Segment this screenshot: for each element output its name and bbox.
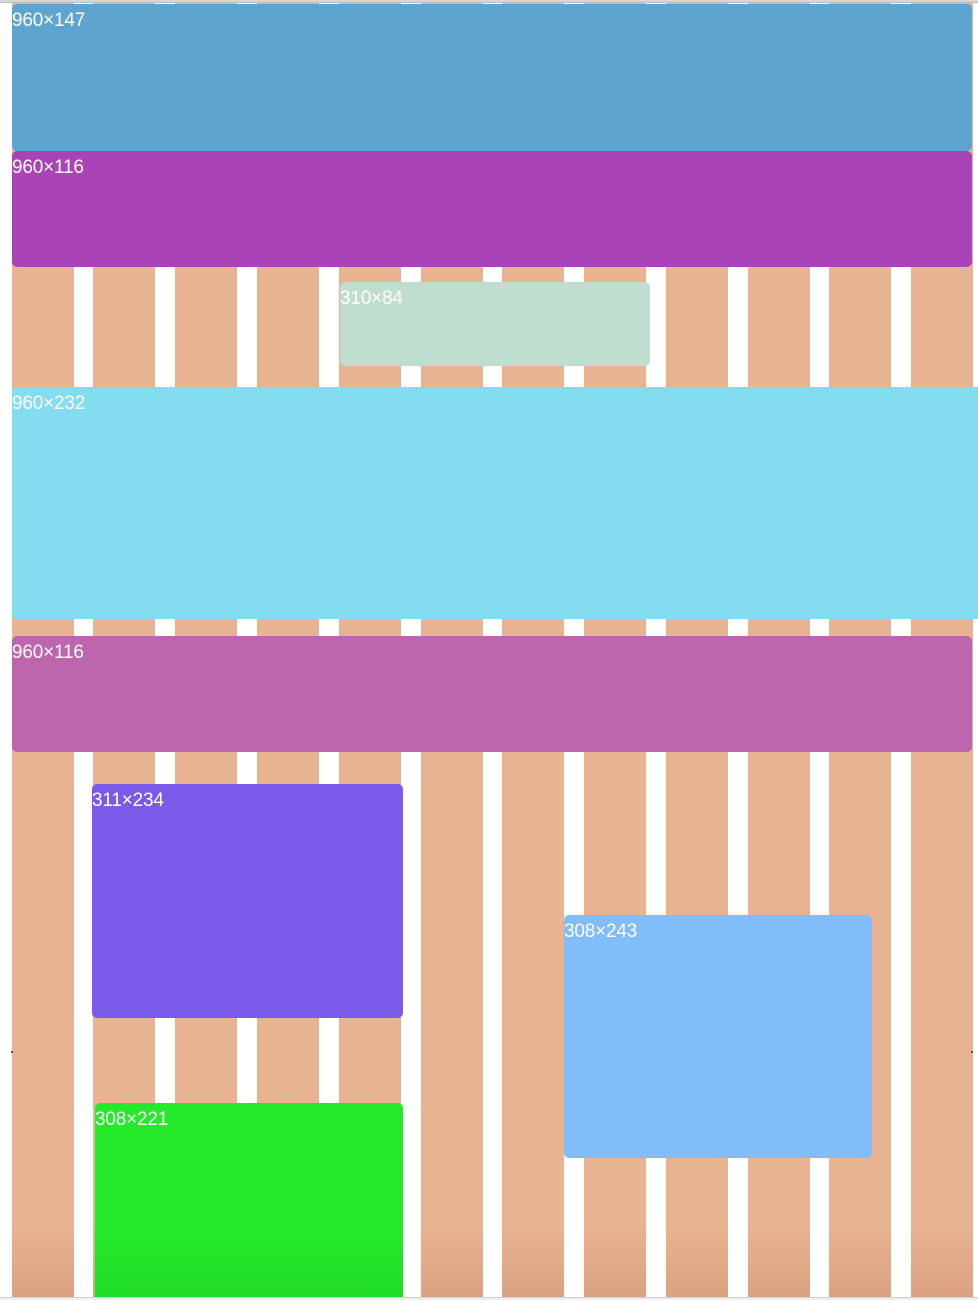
layout-box-1: 960×147 [12, 4, 972, 151]
box-size-label: 308×221 [95, 1109, 169, 1130]
layout-box-5: 960×116 [12, 636, 972, 752]
top-window-edge [0, 0, 978, 3]
layout-box-8: 308×221 [95, 1103, 403, 1297]
box-size-label: 310×84 [340, 288, 403, 309]
left-edge-marker [11, 1051, 13, 1053]
layout-box-3: 310×84 [340, 282, 650, 366]
layout-viewport: 960×147 960×116 310×84 960×232 960×116 3… [0, 0, 978, 1300]
layout-box-7: 308×243 [564, 915, 872, 1158]
box-size-label: 960×116 [12, 157, 84, 178]
right-edge-marker [971, 1051, 973, 1053]
box-size-label: 311×234 [92, 790, 164, 811]
layout-box-4: 960×232 [12, 387, 978, 619]
layout-box-2: 960×116 [12, 151, 972, 267]
box-size-label: 960×232 [12, 393, 86, 414]
layout-box-6: 311×234 [92, 784, 403, 1018]
box-size-label: 960×147 [12, 10, 86, 31]
box-size-label: 960×116 [12, 642, 84, 663]
box-size-label: 308×243 [564, 921, 638, 942]
